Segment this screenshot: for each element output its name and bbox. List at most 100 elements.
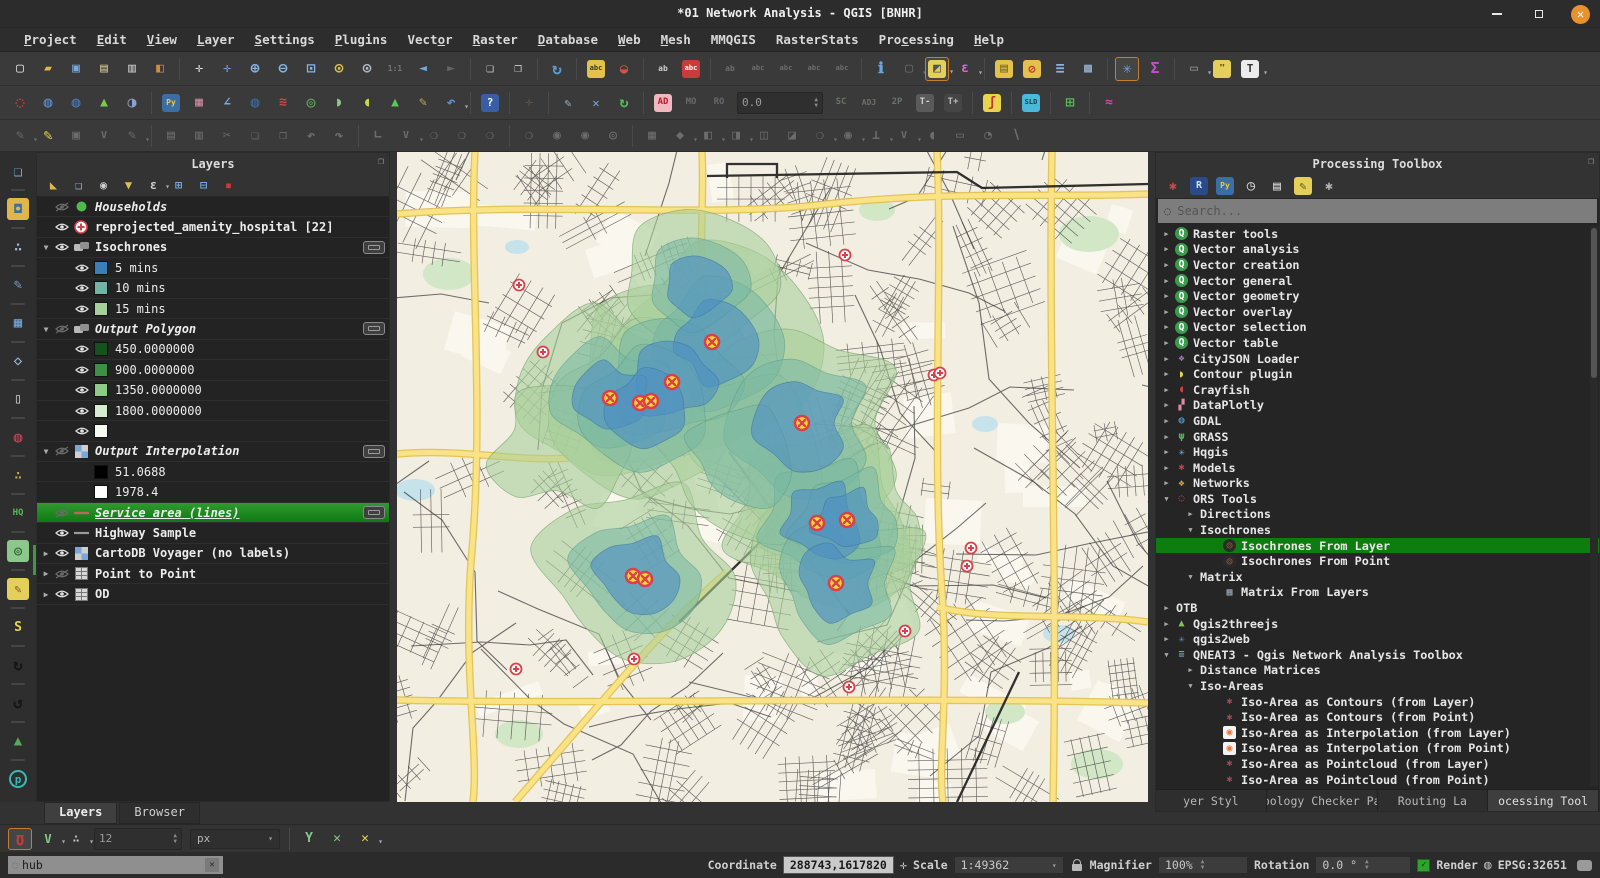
expand-arrow[interactable]: ▶	[1160, 277, 1173, 285]
render-checkbox[interactable]: ✓	[1417, 859, 1430, 872]
toolbox-item[interactable]: ▶QVector analysis	[1156, 242, 1599, 258]
visibility-eye-icon[interactable]	[73, 426, 91, 436]
toolbox-item[interactable]: ▶◍GDAL	[1156, 413, 1599, 429]
new-project-icon[interactable]: ▢	[8, 57, 32, 81]
mo-tool-icon[interactable]: MO	[679, 91, 703, 115]
filter-expression-icon[interactable]: ε▾	[143, 175, 164, 195]
hqgis-icon[interactable]: HQ	[5, 500, 31, 526]
toolbox-options-icon[interactable]: ✱	[1318, 176, 1340, 197]
layer-row[interactable]: reprojected_amenity_hospital [22]	[37, 217, 389, 237]
toolbox-item[interactable]: ▶OTB	[1156, 600, 1599, 616]
clear-search-icon[interactable]: ✕	[205, 858, 219, 872]
rotate-feature-icon[interactable]: ❍	[450, 124, 474, 148]
scale-feature-icon[interactable]: ❍	[517, 124, 541, 148]
layer-row[interactable]: ▶CartoDB Voyager (no labels)	[37, 544, 389, 564]
expand-arrow[interactable]: ▼	[1184, 682, 1197, 690]
expand-arrow[interactable]: ▶	[1160, 370, 1173, 378]
expand-arrow[interactable]: ▶	[1160, 339, 1173, 347]
paste-features-icon[interactable]: ❐	[271, 124, 295, 148]
add-ring-icon[interactable]: ◉	[545, 124, 569, 148]
python-scripts-icon[interactable]: Py	[1214, 176, 1236, 197]
rotation-spinbox[interactable]: 0.0 °▲▼	[1315, 856, 1411, 874]
magnifier-spinbox[interactable]: 100%▲▼	[1158, 856, 1248, 874]
select-features-icon[interactable]: ▢▾	[897, 57, 921, 81]
panel-tab-browser[interactable]: Browser	[119, 802, 200, 824]
measure-icon[interactable]: ▭▾	[1182, 57, 1206, 81]
locator-search[interactable]: ◌ ✕	[8, 856, 223, 874]
pan-map-icon[interactable]: ✛	[187, 57, 211, 81]
add-polygon-layer-icon[interactable]: ◇	[5, 348, 31, 374]
s-plugin-icon[interactable]: S	[5, 614, 31, 640]
change-label-icon[interactable]: abc	[830, 57, 854, 81]
add-quill-layer-icon[interactable]: ✎	[5, 272, 31, 298]
menu-project[interactable]: Project	[14, 29, 87, 50]
sld4raster-icon[interactable]: SLD	[1019, 91, 1043, 115]
visibility-eye-icon[interactable]	[53, 222, 71, 232]
show-hide-labels-icon[interactable]: abc	[746, 57, 770, 81]
cad-tools-icon[interactable]: ∟	[366, 124, 390, 148]
new-3d-map-view-icon[interactable]: ❐	[506, 57, 530, 81]
rotate-symbols-icon[interactable]: ❍▾	[808, 124, 832, 148]
expand-arrow[interactable]: ▼	[39, 243, 53, 252]
quickmapservices-icon[interactable]: ◗	[327, 91, 351, 115]
toolbox-item[interactable]: ▶▲Qgis2threejs	[1156, 616, 1599, 632]
bucket-tool-icon[interactable]: ▯	[5, 386, 31, 412]
toolbox-item[interactable]: ◎Isochrones From Point	[1156, 553, 1599, 569]
expand-arrow[interactable]: ▶	[1184, 666, 1197, 674]
layout-manager-icon[interactable]: ▥	[120, 57, 144, 81]
menu-raster[interactable]: Raster	[463, 29, 528, 50]
menu-settings[interactable]: Settings	[245, 29, 325, 50]
field-calculator-icon[interactable]: ▩	[1076, 57, 1100, 81]
gdrive-sync-icon[interactable]: ▲	[5, 728, 31, 754]
visibility-eye-off-icon[interactable]	[53, 569, 71, 579]
toolbox-item[interactable]: ▶QVector selection	[1156, 320, 1599, 336]
expand-all-icon[interactable]: ⊞	[168, 175, 189, 195]
expand-arrow[interactable]: ▼	[39, 447, 53, 456]
intersection-snapping-icon[interactable]: ✕	[325, 828, 349, 850]
expand-arrow[interactable]: ▶	[1160, 308, 1173, 316]
expand-arrow[interactable]: ▼	[1184, 573, 1197, 581]
snapping-units-combo[interactable]: px▾	[190, 829, 280, 849]
visibility-eye-off-icon[interactable]	[53, 446, 71, 456]
toolbox-item[interactable]: ✱Iso-Area as Pointcloud (from Point)	[1156, 772, 1599, 788]
python-console-icon[interactable]: Py	[159, 91, 183, 115]
expand-arrow[interactable]: ▶	[39, 590, 53, 599]
ors-tools-icon[interactable]: ◌	[8, 91, 32, 115]
map-canvas[interactable]	[397, 152, 1148, 802]
layer-row[interactable]: ▼Output Interpolation	[37, 442, 389, 462]
expand-arrow[interactable]: ▶	[1160, 417, 1173, 425]
open-project-icon[interactable]: ▰	[36, 57, 60, 81]
toolbox-item[interactable]: ▶✱Models	[1156, 460, 1599, 476]
visibility-eye-icon[interactable]	[53, 528, 71, 538]
pin-labels-icon[interactable]: ab	[651, 57, 675, 81]
toolbox-item[interactable]: ▶✳qgis2web	[1156, 631, 1599, 647]
visibility-eye-off-icon[interactable]	[53, 324, 71, 334]
move-feature-icon[interactable]: V▾	[394, 124, 418, 148]
new-map-view-icon[interactable]: ❏	[478, 57, 502, 81]
layer-filter-badge[interactable]	[363, 506, 385, 519]
toolbox-item[interactable]: ▶▞DataPlotly	[1156, 398, 1599, 414]
angle-spinbox[interactable]: 0.0▲▼	[737, 92, 823, 114]
crosshair-icon[interactable]: ✛	[517, 91, 541, 115]
zoom-full-icon[interactable]: ⊡	[299, 57, 323, 81]
delete-selected-icon[interactable]: ▥	[187, 124, 211, 148]
visibility-eye-icon[interactable]	[53, 242, 71, 252]
geometry-tool-icon[interactable]: ✎	[556, 91, 580, 115]
reshape-features-icon[interactable]: ◆▾	[668, 124, 692, 148]
scale-combo[interactable]: 1:49362▾	[954, 856, 1064, 874]
add-group-icon[interactable]: ❏	[68, 175, 89, 195]
merge-features-icon[interactable]: ◫	[752, 124, 776, 148]
expand-arrow[interactable]: ▶	[1160, 479, 1173, 487]
minimize-button[interactable]	[1487, 4, 1507, 24]
multiedit-attributes-icon[interactable]: ▤	[159, 124, 183, 148]
rotate-label-icon[interactable]: abc	[802, 57, 826, 81]
toolbox-item[interactable]: ▶✳Hqgis	[1156, 444, 1599, 460]
visibility-eye-icon[interactable]	[73, 406, 91, 416]
menu-rasterstats[interactable]: RasterStats	[766, 29, 869, 50]
layer-row[interactable]	[37, 421, 389, 441]
layer-row[interactable]: 15 mins	[37, 299, 389, 319]
visibility-eye-icon[interactable]	[53, 548, 71, 558]
layer-row[interactable]: Service area (lines)	[37, 503, 389, 523]
manage-themes-icon[interactable]: ◉	[93, 175, 114, 195]
visibility-eye-icon[interactable]	[73, 304, 91, 314]
